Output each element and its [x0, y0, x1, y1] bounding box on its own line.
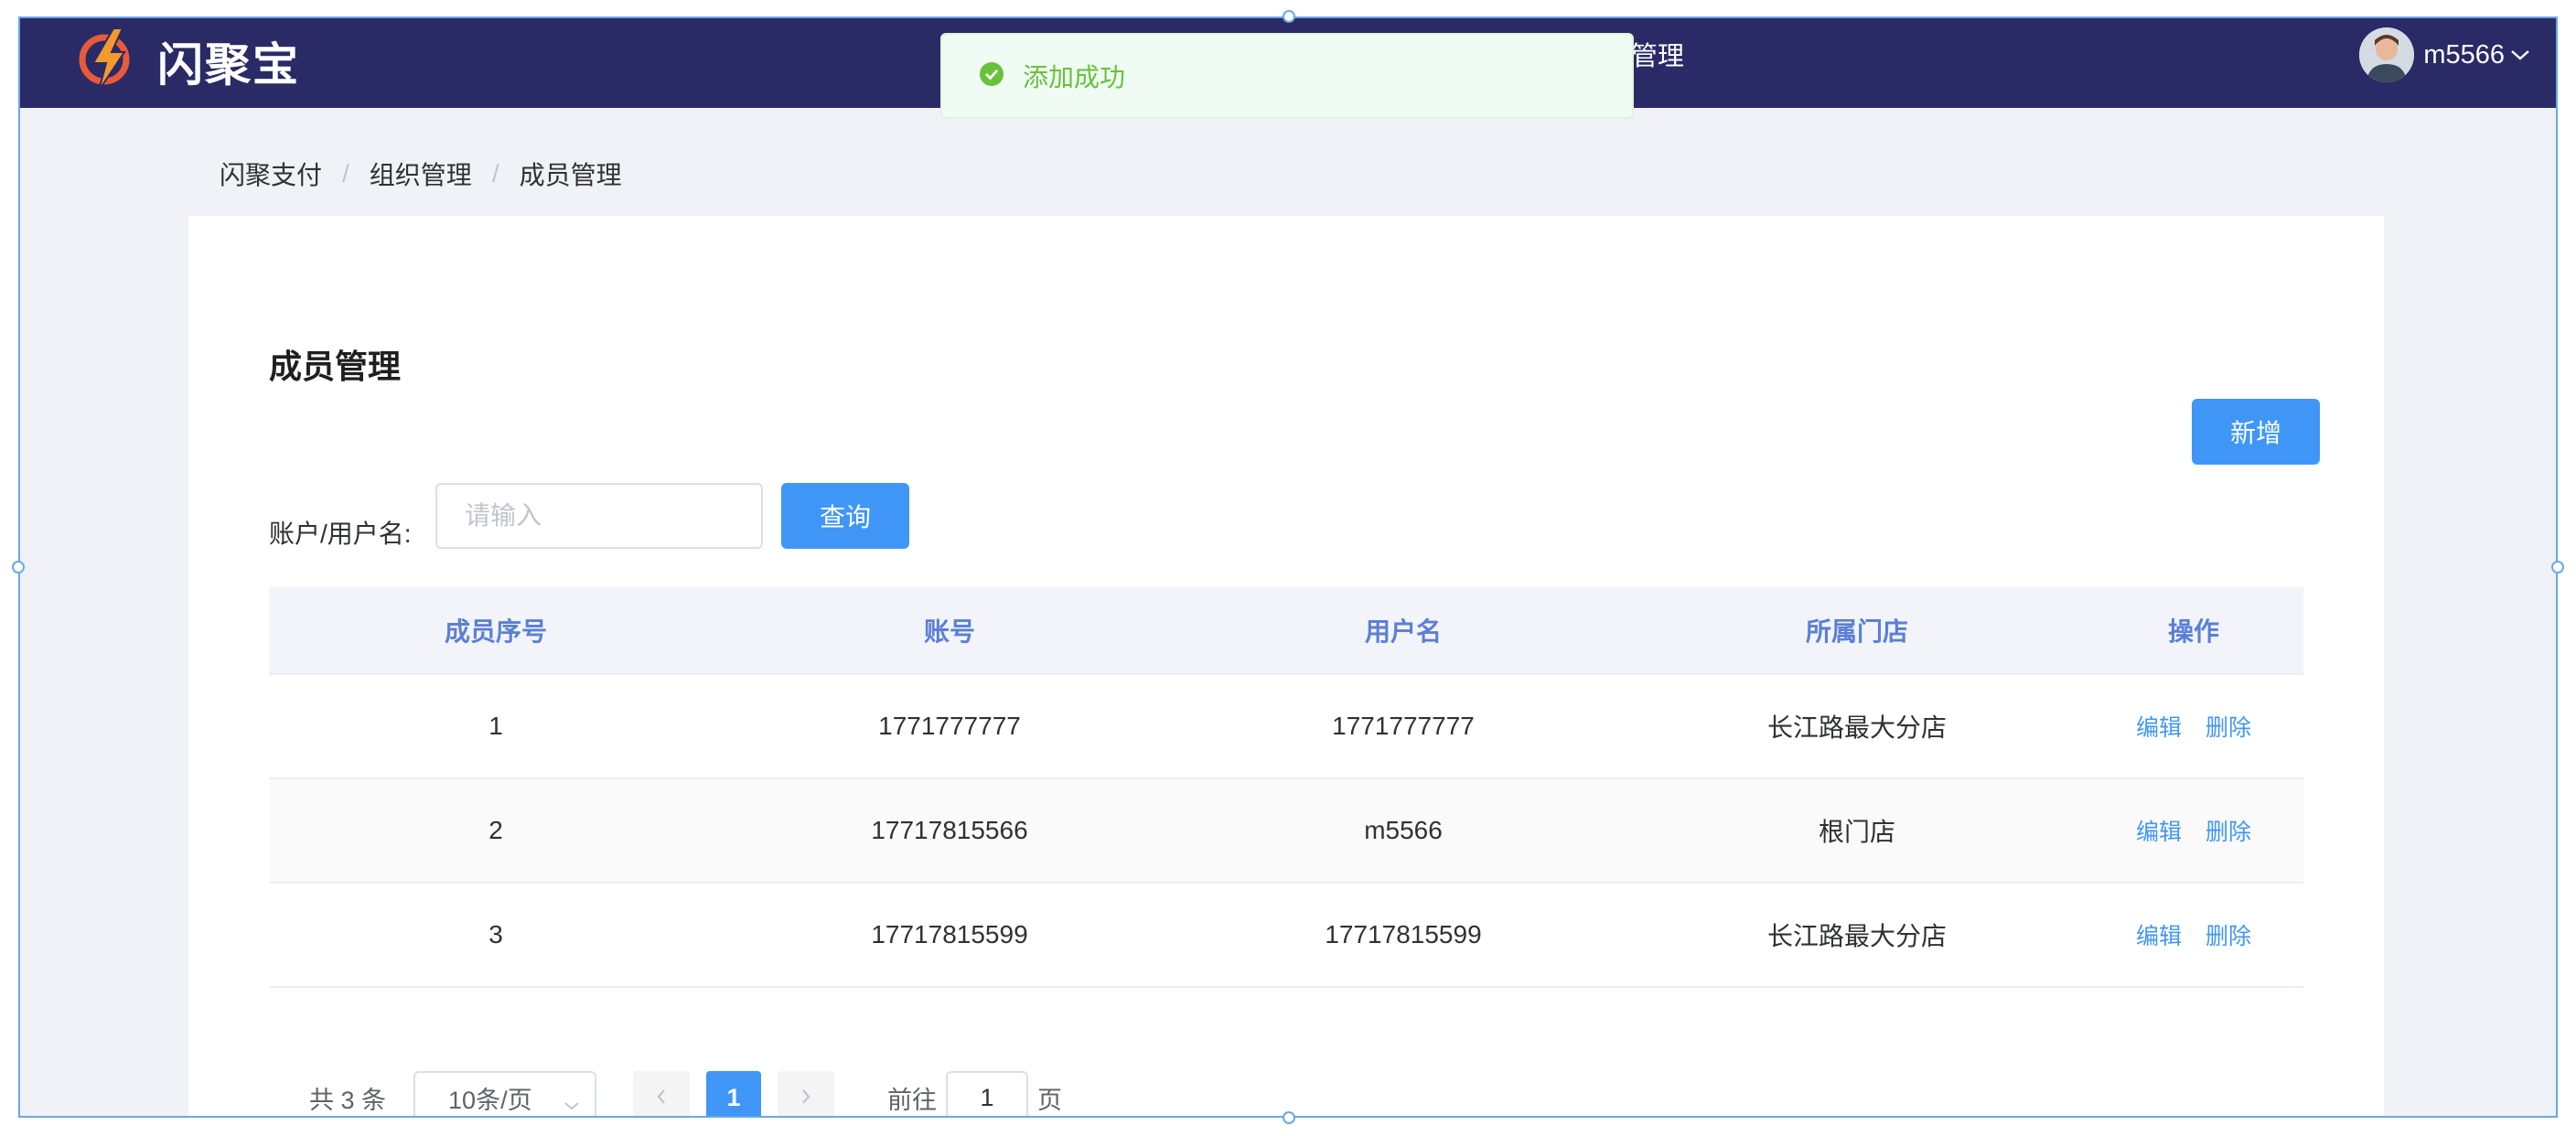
column-header: 操作 — [2167, 617, 2219, 646]
chevron-left-icon — [655, 1084, 668, 1112]
cell-account: 1771777777 — [878, 712, 1021, 740]
column-header: 用户名 — [1364, 617, 1442, 646]
cell-username: m5566 — [1364, 816, 1443, 844]
next-page-button[interactable] — [778, 1071, 835, 1116]
delete-link[interactable]: 删除 — [2206, 710, 2251, 743]
toast-message: 添加成功 — [1023, 63, 1126, 91]
page-size-value: 10条/页 — [448, 1086, 532, 1114]
cell-store: 根门店 — [1818, 818, 1895, 846]
resize-handle[interactable] — [12, 561, 25, 573]
chevron-down-icon — [564, 1089, 580, 1116]
cell-account: 17717815566 — [871, 816, 1028, 844]
column-header: 所属门店 — [1805, 617, 1908, 646]
cell-account: 17717815599 — [871, 920, 1028, 948]
cell-actions: 编辑 删除 — [2084, 710, 2303, 743]
page-size-select[interactable]: 10条/页 — [413, 1071, 597, 1116]
cell-index: 1 — [488, 712, 503, 740]
delete-link[interactable]: 删除 — [2206, 814, 2251, 847]
breadcrumb-separator: / — [342, 159, 349, 188]
pagination: 共 3 条 10条/页 1 前往 页 — [269, 1070, 1063, 1116]
user-menu[interactable]: m5566 — [2359, 26, 2530, 84]
goto-label: 前往 — [887, 1086, 938, 1114]
avatar[interactable] — [2359, 27, 2415, 82]
cell-username: 1771777777 — [1332, 712, 1475, 740]
cell-actions: 编辑 删除 — [2084, 918, 2303, 951]
cell-username: 17717815599 — [1325, 920, 1482, 948]
table-row: 1 1771777777 1771777777 长江路最大分店 编辑 删除 — [269, 675, 2303, 779]
add-member-button[interactable]: 新增 — [2192, 399, 2320, 465]
logo[interactable]: 闪聚宝 — [71, 20, 300, 102]
logo-text: 闪聚宝 — [157, 38, 300, 91]
breadcrumb-separator: / — [491, 159, 499, 188]
column-header: 成员序号 — [444, 617, 547, 646]
lightning-logo-icon — [71, 25, 148, 99]
edit-link[interactable]: 编辑 — [2136, 710, 2182, 743]
members-table: 成员序号 账号 用户名 所属门店 操作 1 1771777777 1771777… — [269, 587, 2303, 988]
breadcrumb: 闪聚支付 / 组织管理 / 成员管理 — [220, 155, 622, 192]
goto-page-input[interactable] — [946, 1071, 1029, 1116]
breadcrumb-item-members: 成员管理 — [519, 161, 622, 189]
success-check-icon — [979, 61, 1004, 91]
cell-index: 3 — [488, 920, 503, 948]
search-label: 账户/用户名: — [269, 520, 412, 548]
main-card: 成员管理 新增 账户/用户名: 查询 成员序号 账号 用户名 所属门店 操作 1… — [188, 216, 2384, 1116]
resize-handle[interactable] — [1283, 10, 1295, 23]
cell-store: 长江路最大分店 — [1766, 922, 1947, 950]
page-number-current[interactable]: 1 — [706, 1071, 762, 1116]
edit-link[interactable]: 编辑 — [2136, 814, 2182, 847]
resize-handle[interactable] — [1283, 1111, 1295, 1124]
app-window: 闪聚宝 织管理 m5566 添加成功 闪聚支付 / 组织管理 / 成员管理 成员… — [18, 16, 2558, 1118]
query-button[interactable]: 查询 — [781, 483, 909, 549]
table-header: 成员序号 账号 用户名 所属门店 操作 — [269, 587, 2303, 675]
username: m5566 — [2423, 39, 2505, 70]
success-toast: 添加成功 — [940, 33, 1634, 119]
cell-index: 2 — [488, 816, 503, 844]
cell-store: 长江路最大分店 — [1766, 713, 1947, 742]
breadcrumb-item-org[interactable]: 组织管理 — [370, 155, 472, 192]
table-row: 2 17717815566 m5566 根门店 编辑 删除 — [269, 779, 2303, 884]
resize-handle[interactable] — [2551, 561, 2564, 573]
goto-suffix: 页 — [1037, 1086, 1063, 1114]
column-header: 账号 — [923, 617, 975, 646]
cell-actions: 编辑 删除 — [2084, 814, 2303, 847]
breadcrumb-item-pay[interactable]: 闪聚支付 — [220, 155, 322, 192]
delete-link[interactable]: 删除 — [2206, 918, 2251, 951]
prev-page-button[interactable] — [633, 1071, 691, 1116]
table-row: 3 17717815599 17717815599 长江路最大分店 编辑 删除 — [269, 884, 2303, 988]
chevron-right-icon — [800, 1084, 812, 1112]
total-count: 共 3 条 — [309, 1086, 387, 1114]
chevron-down-icon[interactable] — [2510, 48, 2530, 61]
search-input[interactable] — [435, 483, 763, 549]
page-title: 成员管理 — [269, 348, 402, 385]
edit-link[interactable]: 编辑 — [2136, 918, 2182, 951]
